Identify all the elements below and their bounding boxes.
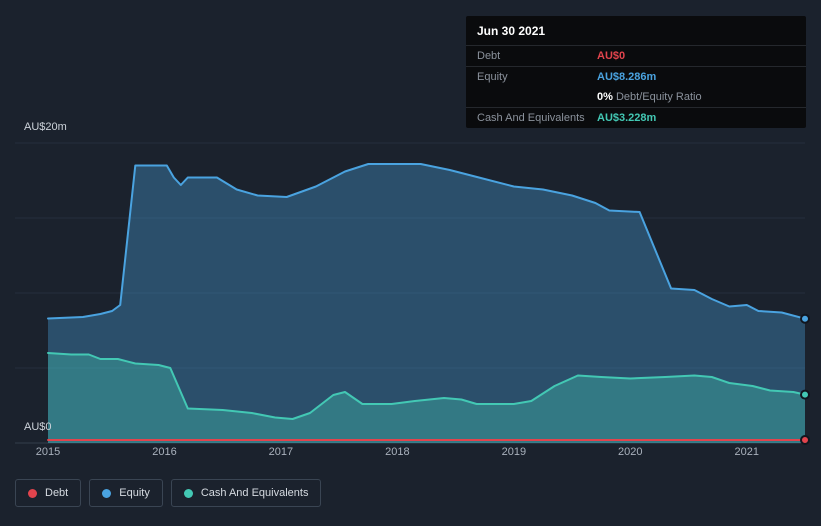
tooltip-cash-value: AU$3.228m — [597, 112, 657, 124]
chart-legend: Debt Equity Cash And Equivalents — [15, 479, 322, 507]
x-axis-label-2021: 2021 — [734, 446, 760, 458]
debt-equity-history-chart: AU$20m AU$0 2015 2016 2017 2018 2019 2020 2021… — [0, 0, 821, 526]
y-axis-label-top: AU$20m — [24, 121, 67, 133]
tooltip-date: Jun 30 2021 — [466, 16, 806, 46]
legend-dot — [183, 488, 193, 498]
x-axis: 2015 2016 2017 2018 2019 2020 2021 — [0, 446, 821, 462]
x-axis-label-2020: 2020 — [618, 446, 643, 458]
y-axis-label-bottom: AU$0 — [24, 421, 52, 433]
legend-label: Cash And Equivalents — [200, 487, 309, 499]
legend-label: Equity — [119, 487, 150, 499]
legend-item-equity[interactable]: Equity — [89, 479, 163, 507]
legend-dot — [102, 488, 112, 498]
x-axis-label-2018: 2018 — [385, 446, 410, 458]
legend-item-cash-and-equivalents[interactable]: Cash And Equivalents — [170, 479, 322, 507]
legend-label: Debt — [45, 487, 69, 499]
tooltip-equity-value: AU$8.286m — [597, 71, 657, 83]
debt-end-dot — [800, 435, 810, 445]
tooltip-ratio-percent: 0% — [597, 91, 613, 103]
equity-end-dot — [800, 313, 810, 324]
tooltip-debt-row: Debt AU$0 — [466, 46, 806, 67]
tooltip-debt-label: Debt — [477, 50, 501, 62]
chart-tooltip: Jun 30 2021 Debt AU$0 Equity AU$8.286m 0… — [466, 16, 806, 128]
legend-dot — [28, 488, 37, 498]
x-axis-label-2016: 2016 — [152, 446, 177, 458]
x-axis-label-2019: 2019 — [501, 446, 527, 458]
legend-item-debt[interactable]: Debt — [15, 479, 82, 507]
tooltip-ratio-suffix: Debt/Equity Ratio — [612, 91, 702, 103]
tooltip-ratio-row: 0% Debt/Equity Ratio — [466, 87, 806, 107]
tooltip-equity-row: Equity AU$8.286m — [466, 67, 806, 87]
cash-end-dot — [800, 389, 810, 400]
tooltip-equity-label: Equity — [477, 71, 508, 83]
tooltip-debt-value: AU$0 — [597, 50, 626, 62]
x-axis-label-2017: 2017 — [268, 446, 294, 458]
tooltip-ratio-value: 0% Debt/Equity Ratio — [597, 91, 702, 103]
x-axis-label-2015: 2015 — [35, 446, 61, 458]
tooltip-equity-group: Equity AU$8.286m 0% Debt/Equity Ratio — [466, 67, 806, 108]
tooltip-cash-label: Cash And Equivalents — [477, 112, 585, 124]
tooltip-cash-row: Cash And Equivalents AU$3.228m — [466, 108, 806, 128]
